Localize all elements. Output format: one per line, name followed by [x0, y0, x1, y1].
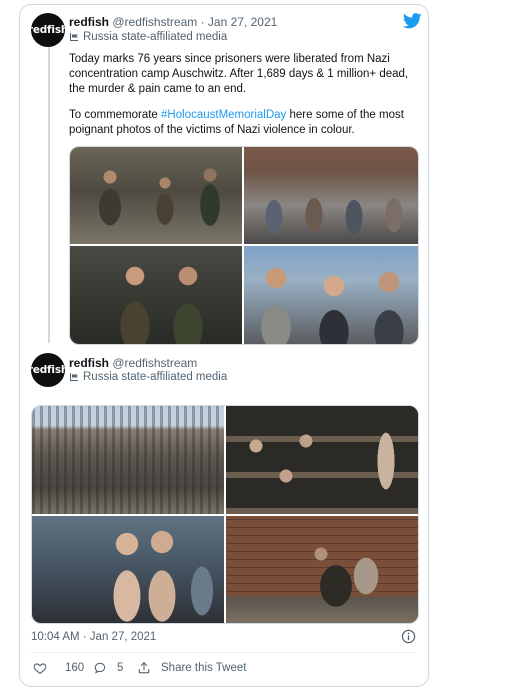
photo-women-barracks[interactable] [244, 147, 418, 244]
paragraph-2-lead: To commemorate [69, 109, 162, 121]
tweet-date[interactable]: Jan 27, 2021 [208, 15, 277, 29]
share-label: Share this Tweet [161, 662, 247, 674]
photo-camp-crowd[interactable] [32, 406, 224, 514]
twitter-bird-icon[interactable] [403, 13, 422, 29]
like-count: 160 [65, 662, 85, 674]
separator-dot: · [200, 15, 205, 29]
author-name[interactable]: redfish [69, 15, 109, 29]
state-media-label[interactable]: Russia state-affiliated media [69, 371, 227, 383]
reply-icon [94, 662, 106, 674]
photo-grid-1 [69, 146, 419, 345]
like-action[interactable]: 160 [33, 661, 84, 675]
state-media-label-text: Russia state-affiliated media [83, 31, 228, 43]
photo-emaciated-boys[interactable] [32, 516, 224, 623]
tweet-text: Today marks 76 years since prisoners wer… [69, 52, 414, 138]
tweet-paragraph-2: To commemorate #HolocaustMemorialDay her… [69, 108, 414, 138]
photo-crowd-deportation[interactable] [70, 147, 242, 244]
share-icon [138, 662, 150, 674]
state-media-label[interactable]: Russia state-affiliated media [69, 31, 227, 43]
photo-grid-2 [31, 405, 419, 624]
footer-divider [31, 652, 416, 653]
tweet-header: redfish @redfishstream · Jan 27, 2021 [69, 15, 277, 30]
reply-count: 5 [117, 662, 124, 674]
heart-icon [33, 663, 47, 674]
avatar[interactable]: redfish [31, 13, 65, 47]
hashtag-link[interactable]: #HolocaustMemorialDay [161, 109, 286, 121]
info-icon[interactable] [401, 629, 416, 644]
tweet-timestamp[interactable]: 10:04 AM · Jan 27, 2021 [31, 631, 156, 643]
share-action[interactable]: Share this Tweet [137, 661, 246, 675]
photo-brick-wall-victims[interactable] [226, 516, 418, 623]
state-media-flag-icon [70, 373, 78, 381]
reply-action[interactable]: 5 [93, 661, 123, 675]
avatar-text: redfish [31, 24, 65, 36]
author-handle[interactable]: @redfishstream [112, 15, 197, 29]
tweet-paragraph-1: Today marks 76 years since prisoners wer… [69, 53, 409, 95]
avatar-text: redfish [31, 364, 65, 376]
avatar[interactable]: redfish [31, 353, 65, 387]
author-handle[interactable]: @redfishstream [112, 356, 197, 370]
state-media-flag-icon [70, 33, 78, 41]
tweet-header-2: redfish @redfishstream [69, 356, 197, 371]
thread-connector-line [48, 47, 50, 343]
state-media-label-text: Russia state-affiliated media [83, 371, 228, 383]
photo-children-star[interactable] [70, 246, 242, 344]
photo-bunks-prisoners[interactable] [226, 406, 418, 514]
photo-elderly-men[interactable] [244, 246, 418, 344]
author-name[interactable]: redfish [69, 356, 109, 370]
